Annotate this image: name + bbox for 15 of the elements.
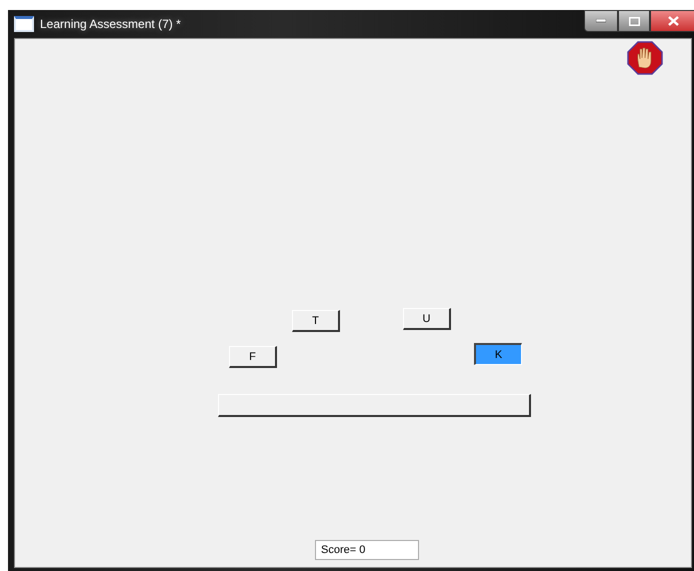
maximize-icon: [628, 16, 640, 26]
answer-bar[interactable]: [218, 394, 531, 417]
minimize-icon: [596, 19, 606, 23]
window-title: Learning Assessment (7) *: [40, 17, 181, 31]
close-icon: [668, 16, 678, 26]
letter-tile[interactable]: K: [474, 343, 522, 365]
letter-tile[interactable]: T: [292, 310, 340, 332]
letter-tile[interactable]: F: [229, 346, 277, 368]
maximize-button[interactable]: [618, 10, 650, 32]
score-field[interactable]: Score= 0: [315, 540, 419, 560]
close-button[interactable]: [650, 10, 694, 32]
app-icon: [14, 16, 34, 32]
letter-tile[interactable]: U: [403, 308, 451, 330]
minimize-button[interactable]: [584, 10, 618, 32]
stop-hand-icon[interactable]: [627, 41, 663, 75]
